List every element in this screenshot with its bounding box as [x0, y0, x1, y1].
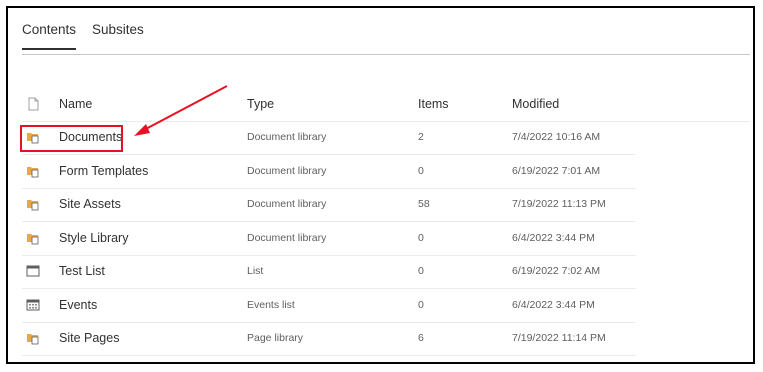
tab-contents[interactable]: Contents: [22, 22, 77, 50]
row-type: Page library: [247, 332, 304, 344]
row-name[interactable]: Site Pages: [59, 322, 119, 355]
column-header-modified[interactable]: Modified: [512, 88, 559, 121]
row-type: Events list: [247, 299, 295, 311]
row-items: 0: [418, 232, 424, 244]
row-name[interactable]: Form Templates: [59, 155, 148, 188]
row-items: 0: [418, 165, 424, 177]
table-row[interactable]: Style Library Document library 0 6/4/202…: [22, 222, 636, 256]
table-row[interactable]: Events Events list 0 6/4/2022 3:44 PM: [22, 289, 636, 323]
row-name[interactable]: Test List: [59, 255, 105, 288]
row-items: 0: [418, 265, 424, 277]
row-modified: 6/19/2022 7:02 AM: [512, 265, 601, 277]
document-library-icon: [26, 197, 40, 211]
row-name[interactable]: Documents: [59, 121, 122, 154]
row-type: List: [247, 265, 264, 277]
document-library-icon: [26, 164, 40, 178]
row-modified: 6/4/2022 3:44 PM: [512, 299, 595, 311]
file-type-header-icon[interactable]: [26, 97, 40, 111]
table-row[interactable]: Test List List 0 6/19/2022 7:02 AM: [22, 255, 636, 289]
row-name[interactable]: Style Library: [59, 222, 128, 255]
document-library-icon: [26, 130, 40, 144]
row-modified: 6/19/2022 7:01 AM: [512, 165, 601, 177]
column-header-type[interactable]: Type: [247, 88, 274, 121]
row-modified: 7/19/2022 11:14 PM: [512, 332, 606, 344]
table-row[interactable]: Site Pages Page library 6 7/19/2022 11:1…: [22, 322, 636, 356]
row-modified: 7/4/2022 10:16 AM: [512, 131, 601, 143]
row-items: 58: [418, 198, 430, 210]
window-frame: Contents Subsites Name Type Items Modifi…: [6, 6, 755, 364]
row-modified: 7/19/2022 11:13 PM: [512, 198, 606, 210]
row-name[interactable]: Events: [59, 289, 97, 322]
table-row[interactable]: Site Assets Document library 58 7/19/202…: [22, 188, 636, 222]
row-type: Document library: [247, 198, 327, 210]
table-row[interactable]: Form Templates Document library 0 6/19/2…: [22, 155, 636, 189]
row-items: 2: [418, 131, 424, 143]
table-header: Name Type Items Modified: [22, 88, 750, 122]
column-header-items[interactable]: Items: [418, 88, 449, 121]
tab-bar: Contents Subsites: [22, 20, 750, 55]
list-icon: [26, 264, 40, 278]
table-row[interactable]: Documents Document library 2 7/4/2022 10…: [22, 121, 636, 155]
row-modified: 6/4/2022 3:44 PM: [512, 232, 595, 244]
row-items: 0: [418, 299, 424, 311]
document-library-icon: [26, 231, 40, 245]
row-type: Document library: [247, 131, 327, 143]
document-library-icon: [26, 331, 40, 345]
row-name[interactable]: Site Assets: [59, 188, 121, 221]
calendar-icon: [26, 298, 40, 312]
row-items: 6: [418, 332, 424, 344]
tab-subsites[interactable]: Subsites: [92, 22, 144, 45]
column-header-name[interactable]: Name: [59, 88, 92, 121]
row-type: Document library: [247, 165, 327, 177]
row-type: Document library: [247, 232, 327, 244]
